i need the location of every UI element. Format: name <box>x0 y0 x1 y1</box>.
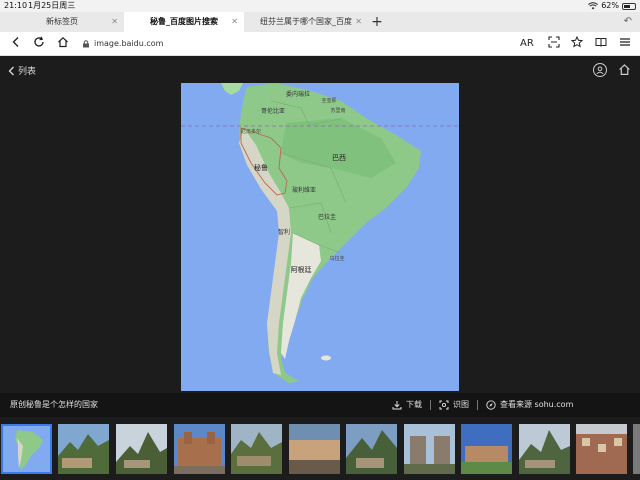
map-label-suriname: 苏里南 <box>330 107 345 114</box>
thumbnail-photo[interactable] <box>346 424 397 474</box>
thumbnail-photo[interactable] <box>576 424 627 474</box>
divider <box>430 400 431 410</box>
status-time: 21:10 <box>4 1 28 10</box>
wifi-icon <box>588 2 599 10</box>
map-label-ecuador: 厄瓜多尔 <box>241 128 261 135</box>
address-bar[interactable]: image.baidu.com <box>82 36 163 52</box>
identify-icon <box>439 400 449 410</box>
back-to-list-button[interactable]: 列表 <box>8 64 36 77</box>
battery-icon <box>622 2 636 10</box>
compass-icon <box>486 400 496 410</box>
download-label: 下载 <box>406 400 422 409</box>
tab-label: 纽芬兰属于哪个国家_百度 <box>260 17 352 26</box>
thumbnail-map[interactable] <box>1 424 52 474</box>
undo-icon[interactable]: ↶ <box>624 12 632 32</box>
download-icon <box>392 401 402 410</box>
thumbnail-photo[interactable] <box>116 424 167 474</box>
map-label-argentina: 阿根廷 <box>291 265 312 274</box>
thumbnail-photo[interactable] <box>58 424 109 474</box>
south-america-map: 委内瑞拉 圭亚那 哥伦比亚 苏里南 厄瓜多尔 秘鲁 巴西 玻利维亚 巴拉圭 智利… <box>181 83 459 391</box>
view-source-link[interactable]: 查看来源 sohu.com <box>486 393 573 417</box>
map-label-paraguay: 巴拉圭 <box>318 213 336 221</box>
close-icon[interactable]: ✕ <box>231 12 238 32</box>
lock-icon <box>83 40 89 48</box>
tab-label: 新标签页 <box>46 17 78 26</box>
thumbnail-photo[interactable] <box>633 424 640 474</box>
plus-icon: + <box>371 14 383 30</box>
home-icon[interactable] <box>53 34 73 54</box>
tab-peru-search[interactable]: 秘鲁_百度图片搜索 ✕ <box>124 12 244 32</box>
home-icon[interactable] <box>618 63 631 79</box>
status-date: 1月25日周三 <box>28 1 76 10</box>
download-button[interactable]: 下载 <box>392 393 422 417</box>
close-icon[interactable]: ✕ <box>111 12 118 32</box>
divider <box>477 400 478 410</box>
identify-label: 识图 <box>453 400 469 409</box>
tab-new-tab[interactable]: 新标签页 ✕ <box>0 12 124 32</box>
viewer-header: 列表 <box>0 57 640 83</box>
map-label-bolivia: 玻利维亚 <box>292 186 316 194</box>
star-icon[interactable] <box>567 34 587 54</box>
close-icon[interactable]: ✕ <box>355 12 362 32</box>
thumbnail-photo[interactable] <box>461 424 512 474</box>
battery-fill <box>624 4 630 8</box>
user-icon[interactable] <box>593 63 607 77</box>
image-actions: 下载 识图 查看来源 sohu.com <box>392 393 573 417</box>
thumbnail-photo[interactable] <box>404 424 455 474</box>
status-bar: 21:10 1月25日周三 62% <box>0 0 640 12</box>
thumbnail-photo[interactable] <box>289 424 340 474</box>
url-text: image.baidu.com <box>94 39 164 48</box>
tab-bar: 新标签页 ✕ 秘鲁_百度图片搜索 ✕ 纽芬兰属于哪个国家_百度 ✕ <box>0 12 640 32</box>
back-to-list-label: 列表 <box>18 67 37 77</box>
reload-icon[interactable] <box>29 34 49 54</box>
thumbnail-photo[interactable] <box>519 424 570 474</box>
image-caption: 原创秘鲁是个怎样的国家 <box>10 400 98 409</box>
back-icon[interactable] <box>6 34 26 54</box>
map-label-chile: 智利 <box>278 228 290 236</box>
view-source-label: 查看来源 sohu.com <box>500 400 574 409</box>
tab-newfoundland[interactable]: 纽芬兰属于哪个国家_百度 ✕ <box>244 12 368 32</box>
tab-label: 秘鲁_百度图片搜索 <box>150 17 218 26</box>
map-label-peru: 秘鲁 <box>254 163 268 172</box>
map-label-venezuela: 委内瑞拉 <box>286 90 310 98</box>
new-tab-button[interactable]: + <box>370 12 384 32</box>
thumbnail-strip <box>0 419 640 480</box>
thumbnail-photo[interactable] <box>174 424 225 474</box>
scan-icon[interactable] <box>544 34 564 54</box>
map-label-colombia: 哥伦比亚 <box>261 107 285 115</box>
thumbnail-photo[interactable] <box>231 424 282 474</box>
browser-toolbar: image.baidu.com AR <box>0 32 640 56</box>
caption-bar: 原创秘鲁是个怎样的国家 下载 识图 查看来源 sohu.com <box>0 393 640 417</box>
main-image[interactable]: 委内瑞拉 圭亚那 哥伦比亚 苏里南 厄瓜多尔 秘鲁 巴西 玻利维亚 巴拉圭 智利… <box>181 83 459 391</box>
identify-button[interactable]: 识图 <box>439 393 469 417</box>
battery-percent: 62% <box>601 1 619 10</box>
map-label-brazil: 巴西 <box>332 154 346 162</box>
status-right: 62% <box>588 0 636 12</box>
ar-button[interactable]: AR <box>520 34 534 54</box>
menu-icon[interactable] <box>615 34 635 54</box>
chevron-left-icon <box>8 66 14 75</box>
book-icon[interactable] <box>591 34 611 54</box>
map-label-guyana: 圭亚那 <box>321 97 336 104</box>
map-label-uruguay: 乌拉圭 <box>329 255 344 262</box>
